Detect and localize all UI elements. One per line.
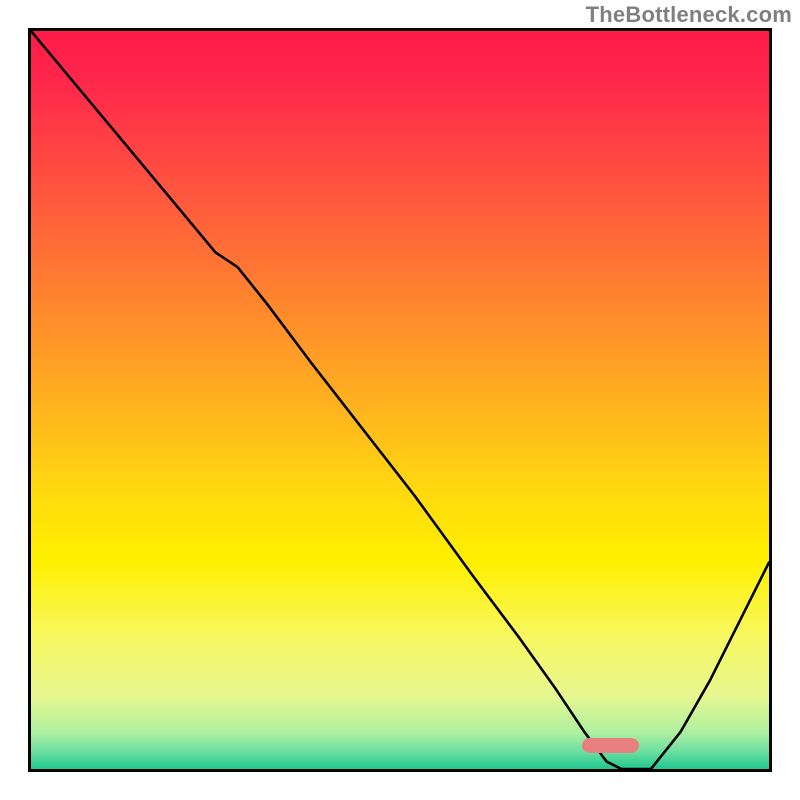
background-gradient [31, 31, 769, 769]
chart-container: TheBottleneck.com [0, 0, 800, 800]
plot-area [28, 28, 772, 772]
attribution-text: TheBottleneck.com [586, 2, 792, 28]
